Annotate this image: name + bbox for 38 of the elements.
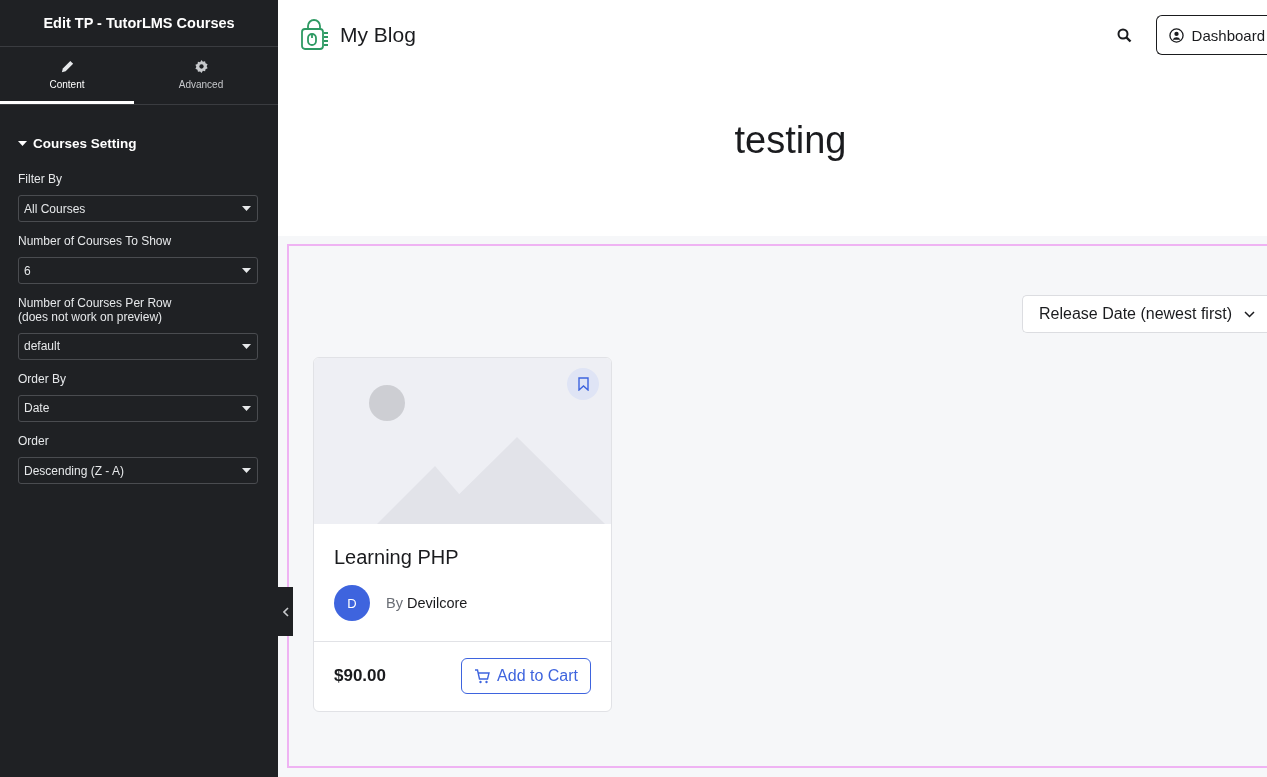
- chevron-down-icon: [1244, 310, 1255, 318]
- panel-tab[interactable]: Content: [0, 47, 134, 104]
- gear-icon: [193, 58, 209, 74]
- bookmark-icon: [577, 377, 589, 391]
- by-label: By: [386, 595, 403, 611]
- dashboard-button[interactable]: Dashboard: [1155, 15, 1267, 55]
- select-field[interactable]: default: [18, 332, 258, 360]
- site-title[interactable]: My Blog: [340, 23, 1107, 47]
- sort-dropdown[interactable]: Release Date (newest first): [1022, 295, 1267, 333]
- select-field[interactable]: Date: [18, 394, 258, 422]
- panel-tab[interactable]: Advanced: [134, 47, 268, 104]
- field-label: Order By: [18, 372, 67, 386]
- cart-icon: [474, 668, 491, 684]
- field-label: Number of Courses Per Row (does not work on preview): [18, 297, 173, 324]
- search-icon[interactable]: [1116, 27, 1132, 43]
- field-label: Number of Courses To Show: [18, 235, 173, 249]
- author-avatar: D: [334, 585, 370, 621]
- select-field[interactable]: 6: [18, 257, 258, 285]
- user-icon: [1168, 27, 1184, 43]
- select-field[interactable]: All Courses: [18, 195, 258, 223]
- dropdown-icon: [242, 343, 251, 349]
- page-title: testing: [733, 117, 848, 163]
- dropdown-icon: [242, 405, 251, 411]
- author-name[interactable]: Devilcore: [406, 595, 468, 611]
- pencil-icon: [59, 58, 75, 74]
- field-label: Order: [18, 434, 50, 449]
- dropdown-icon: [242, 268, 251, 274]
- shopping-bag-icon: [300, 19, 330, 51]
- section-toggle[interactable]: Courses Setting: [18, 136, 260, 151]
- select-field[interactable]: Descending (Z - A): [18, 457, 258, 485]
- dropdown-icon: [242, 468, 251, 474]
- collapse-handle-icon[interactable]: [282, 606, 289, 617]
- caret-icon: [18, 139, 27, 148]
- dropdown-icon: [242, 206, 251, 212]
- course-title[interactable]: Learning PHP: [334, 546, 591, 569]
- field-label: Filter By: [18, 173, 63, 187]
- course-price: $90.00: [334, 666, 386, 686]
- add-to-cart-button[interactable]: Add to Cart: [461, 658, 591, 694]
